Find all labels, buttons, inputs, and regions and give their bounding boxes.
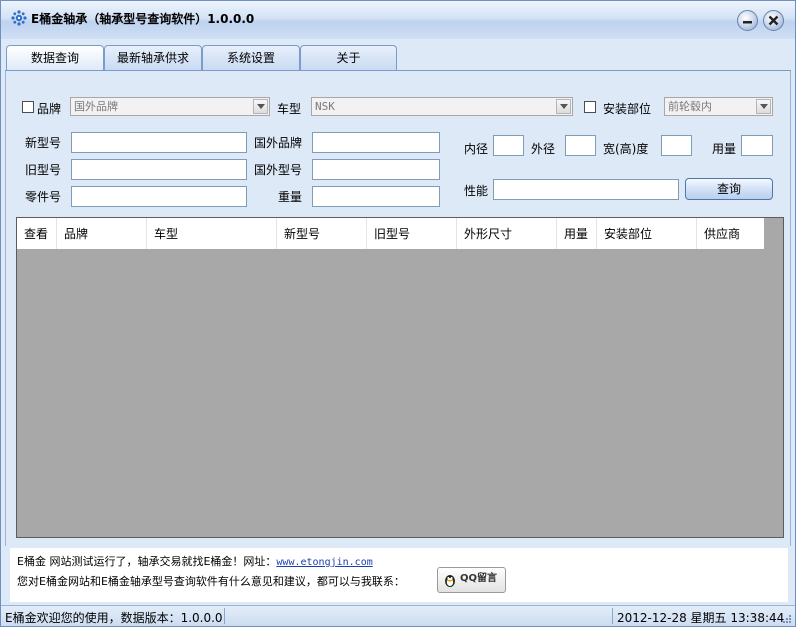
usage-label: 用量 [712,142,737,156]
app-window: E桶金轴承（轴承型号查询软件）1.0.0.0 数据查询 最新轴承供求 系统设置 … [0,0,796,627]
minimize-button[interactable] [737,10,758,31]
part-number-label: 零件号 [25,190,62,204]
outer-diameter-input[interactable] [565,135,596,156]
car-type-select[interactable]: NSK [311,97,573,116]
resize-grip-icon[interactable] [782,614,792,624]
status-welcome: E桶金欢迎您的使用，数据版本：1.0.0.0 [5,611,223,625]
chevron-down-icon [756,99,771,114]
column-header-view[interactable]: 查看 [17,218,57,249]
column-header-supplier[interactable]: 供应商 [697,218,764,249]
foreign-model-label: 国外型号 [254,163,303,177]
status-divider [224,608,225,624]
width-label: 宽(高)度 [603,142,649,156]
brand-select-value: 国外品牌 [74,100,118,113]
qq-message-button[interactable]: QQ留言 [437,567,506,593]
info-line-website: E桶金 网站测试运行了，轴承交易就找E桶金！网址：www.etongjin.co… [17,553,373,569]
tab-about[interactable]: 关于 [300,45,397,71]
status-divider [612,608,613,624]
chevron-down-icon [556,99,571,114]
car-type-label: 车型 [277,102,302,116]
weight-label: 重量 [278,190,303,204]
tab-settings[interactable]: 系统设置 [202,45,300,71]
info-panel: E桶金 网站测试运行了，轴承交易就找E桶金！网址：www.etongjin.co… [10,548,788,602]
close-button[interactable] [763,10,784,31]
install-position-checkbox[interactable] [584,101,596,113]
brand-label: 品牌 [37,102,62,116]
tab-latest-supply[interactable]: 最新轴承供求 [104,45,202,71]
website-link[interactable]: www.etongjin.com [276,557,372,568]
old-model-label: 旧型号 [25,163,62,177]
column-header-new-model[interactable]: 新型号 [277,218,367,249]
tab-data-query[interactable]: 数据查询 [6,45,104,71]
minimize-icon [743,21,752,24]
performance-input[interactable] [493,179,679,200]
old-model-input[interactable] [71,159,247,180]
status-bar: E桶金欢迎您的使用，数据版本：1.0.0.0 2012-12-28 星期五 13… [1,605,795,626]
install-position-select[interactable]: 前轮毂内 [664,97,773,116]
weight-input[interactable] [312,186,440,207]
new-model-label: 新型号 [25,136,62,150]
status-datetime: 2012-12-28 星期五 13:38:44 [617,611,785,625]
part-number-input[interactable] [71,186,247,207]
brand-select[interactable]: 国外品牌 [70,97,270,116]
title-bar[interactable]: E桶金轴承（轴承型号查询软件）1.0.0.0 [1,1,795,39]
car-type-select-value: NSK [315,100,335,113]
usage-input[interactable] [741,135,773,156]
column-header-old-model[interactable]: 旧型号 [367,218,457,249]
inner-diameter-input[interactable] [493,135,524,156]
outer-diameter-label: 外径 [531,142,556,156]
qq-penguin-icon [445,575,455,587]
tab-bar: 数据查询 最新轴承供求 系统设置 关于 [1,45,795,71]
info-website-text: E桶金 网站测试运行了，轴承交易就找E桶金！网址： [17,555,277,568]
app-logo-icon [11,10,27,26]
column-header-brand[interactable]: 品牌 [57,218,147,249]
performance-label: 性能 [464,184,489,198]
foreign-model-input[interactable] [312,159,440,180]
install-position-select-value: 前轮毂内 [668,100,712,113]
query-button[interactable]: 查询 [685,178,773,200]
new-model-input[interactable] [71,132,247,153]
inner-diameter-label: 内径 [464,142,489,156]
brand-checkbox[interactable] [22,101,34,113]
results-grid[interactable]: 查看 品牌 车型 新型号 旧型号 外形尺寸 用量 安装部位 供应商 [16,217,784,538]
chevron-down-icon [253,99,268,114]
foreign-brand-input[interactable] [312,132,440,153]
width-input[interactable] [661,135,692,156]
foreign-brand-label: 国外品牌 [254,136,303,150]
qq-button-label: QQ留言 [460,573,498,584]
info-line-feedback: 您对E桶金网站和E桶金轴承型号查询软件有什么意见和建议，都可以与我联系： [17,575,405,588]
close-icon [768,15,779,26]
column-header-usage[interactable]: 用量 [557,218,597,249]
column-header-car-type[interactable]: 车型 [147,218,277,249]
column-header-install-position[interactable]: 安装部位 [597,218,697,249]
column-header-dimensions[interactable]: 外形尺寸 [457,218,557,249]
install-position-label: 安装部位 [603,102,652,116]
window-title: E桶金轴承（轴承型号查询软件）1.0.0.0 [31,12,255,26]
grid-header: 查看 品牌 车型 新型号 旧型号 外形尺寸 用量 安装部位 供应商 [17,218,764,249]
